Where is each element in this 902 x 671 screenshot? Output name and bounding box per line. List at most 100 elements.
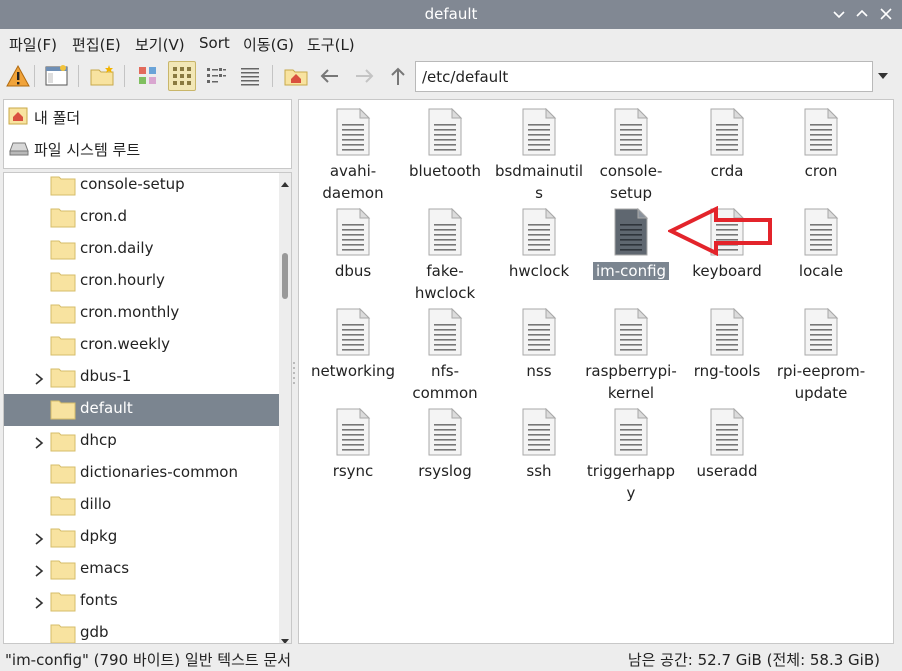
list-view-icon[interactable] [236,61,264,91]
tree-item[interactable]: default [4,394,280,426]
file-item[interactable]: dbus [307,202,399,302]
tree-item[interactable]: emacs [4,554,280,586]
file-item[interactable]: raspberrypi-kernel [585,302,677,402]
file-item[interactable]: networking [307,302,399,402]
file-item[interactable]: ssh [493,402,585,502]
text-file-icon [709,107,745,156]
expand-arrow-icon[interactable] [34,595,44,609]
folder-icon [50,462,76,484]
pane-splitter[interactable] [292,360,296,384]
tree-item-label: dhcp [80,431,117,449]
chevron-down-icon[interactable] [876,69,890,83]
tree-item-label: dictionaries-common [80,463,238,481]
tree-item[interactable]: cron.monthly [4,298,280,330]
menu-go[interactable]: 이동(G) [243,34,294,55]
file-name: locale [798,262,844,280]
file-name: rpi-eeprom-update [776,362,866,402]
file-item[interactable]: console-setup [585,102,677,202]
place-home[interactable]: 내 폴더 [4,101,291,131]
directory-tree[interactable]: gdb fonts emacs dpkg dillo dictionaries-commo… [3,172,292,644]
tree-item-label: console-setup [80,175,185,193]
folder-icon [50,366,76,388]
tree-item[interactable]: cron.weekly [4,330,280,362]
minimize-icon[interactable] [829,4,849,24]
file-name: rsyslog [418,462,472,480]
expand-arrow-icon[interactable] [34,435,44,449]
text-file-icon [613,207,649,256]
text-file-icon [709,407,745,456]
tree-item[interactable]: dbus-1 [4,362,280,394]
file-name: cron [804,162,838,180]
expand-arrow-icon[interactable] [34,531,44,545]
file-icon-view[interactable]: avahi-daemon bluetooth bsdmainutil s console… [298,99,894,644]
new-folder-icon[interactable] [88,61,116,91]
file-item[interactable]: bluetooth [399,102,491,202]
tree-scrollbar[interactable] [279,173,291,643]
file-name: useradd [696,462,758,480]
file-item[interactable]: useradd [681,402,773,502]
tree-item[interactable]: dillo [4,490,280,522]
icon-view-icon[interactable] [168,61,196,91]
toolbar: /etc/default [0,57,902,97]
close-icon[interactable] [876,4,896,24]
maximize-icon[interactable] [852,4,872,24]
tree-item[interactable]: cron.hourly [4,266,280,298]
thumbnail-view-icon[interactable] [134,61,162,91]
places-panel: 내 폴더 파일 시스템 루트 [3,99,292,169]
compact-view-icon[interactable] [202,61,230,91]
path-input[interactable]: /etc/default [415,61,873,92]
text-file-icon [521,207,557,256]
expand-arrow-icon[interactable] [34,371,44,385]
forward-arrow-icon[interactable] [350,61,378,91]
expand-arrow-icon[interactable] [34,563,44,577]
scroll-up-icon[interactable] [281,175,289,187]
file-item[interactable]: nss [493,302,585,402]
file-item[interactable]: bsdmainutil s [493,102,585,202]
file-item[interactable]: im-config [585,202,677,302]
file-item[interactable]: cron [775,102,867,202]
menu-edit[interactable]: 편집(E) [72,34,121,55]
new-window-icon[interactable] [42,61,70,91]
file-item[interactable]: locale [775,202,867,302]
up-arrow-icon[interactable] [384,61,412,91]
text-file-icon [427,307,463,356]
tree-item[interactable]: console-setup [4,173,280,202]
folder-icon [50,430,76,452]
file-item[interactable]: fake-hwclock [399,202,491,302]
file-item[interactable]: crda [681,102,773,202]
file-name: bsdmainutil s [494,162,584,202]
file-item[interactable]: rsync [307,402,399,502]
file-item[interactable]: triggerhapp y [585,402,677,502]
warning-icon[interactable] [4,61,32,91]
folder-icon [50,334,76,356]
text-file-icon [709,307,745,356]
tree-item[interactable]: dictionaries-common [4,458,280,490]
tree-item[interactable]: dpkg [4,522,280,554]
back-arrow-icon[interactable] [316,61,344,91]
file-item[interactable]: rsyslog [399,402,491,502]
tree-item-label: cron.monthly [80,303,180,321]
file-item[interactable]: rpi-eeprom-update [775,302,867,402]
file-item[interactable]: rng-tools [681,302,773,402]
menu-file[interactable]: 파일(F) [9,34,57,55]
tree-item[interactable]: gdb [4,618,280,643]
file-name: avahi-daemon [322,162,384,202]
menu-tools[interactable]: 도구(L) [307,34,355,55]
file-item[interactable]: nfs-common [399,302,491,402]
scrollbar-thumb[interactable] [282,253,288,299]
home-icon[interactable] [282,61,310,91]
file-item[interactable]: hwclock [493,202,585,302]
file-item[interactable]: avahi-daemon [307,102,399,202]
file-name: keyboard [692,262,762,280]
place-filesystem-root[interactable]: 파일 시스템 루트 [4,133,291,163]
tree-item[interactable]: cron.d [4,202,280,234]
title-bar: default [0,0,902,29]
tree-item-label: cron.hourly [80,271,165,289]
tree-item[interactable]: dhcp [4,426,280,458]
menu-sort[interactable]: Sort [199,34,230,52]
scroll-down-icon[interactable] [281,631,289,643]
text-file-icon [427,107,463,156]
tree-item[interactable]: fonts [4,586,280,618]
tree-item[interactable]: cron.daily [4,234,280,266]
menu-view[interactable]: 보기(V) [135,34,185,55]
